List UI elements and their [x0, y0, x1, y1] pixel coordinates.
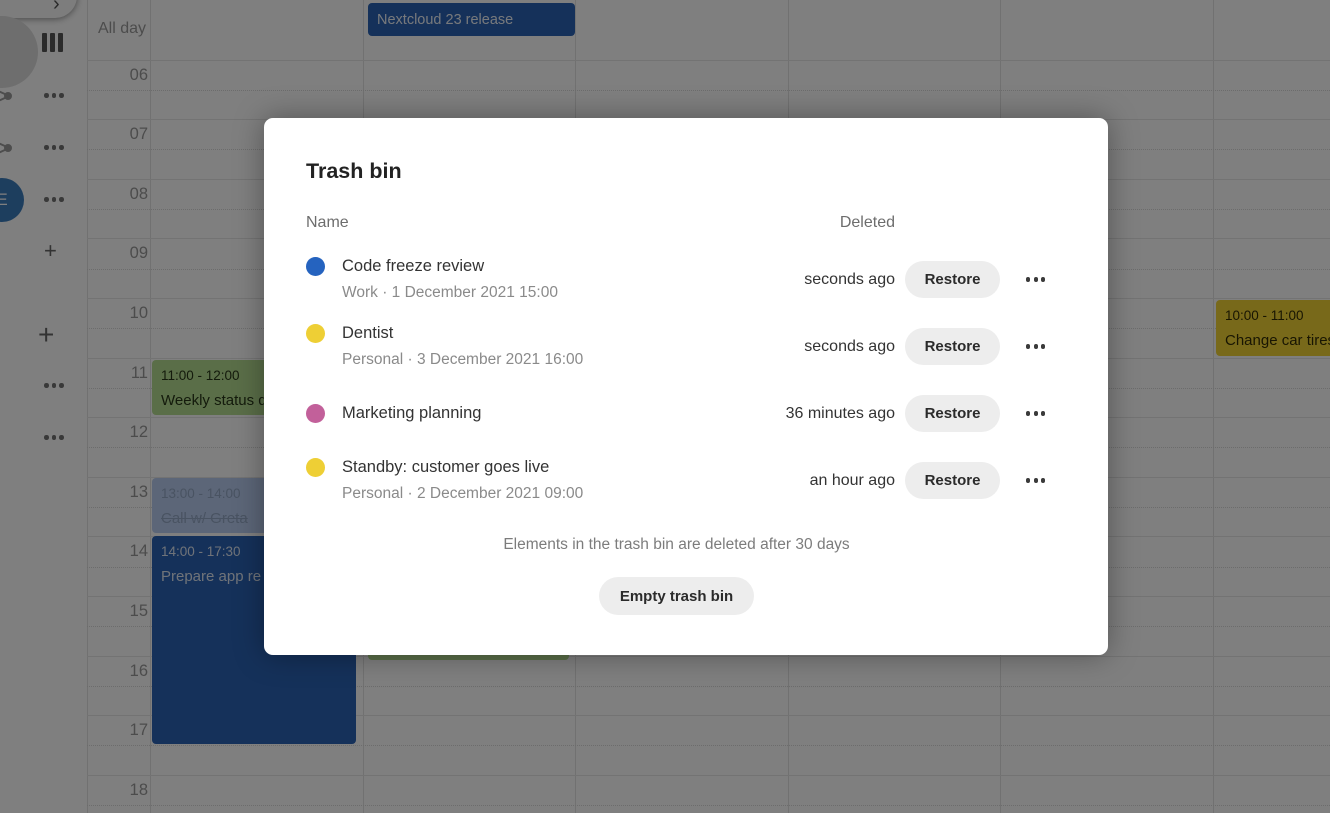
- calendar-color-dot: [306, 458, 325, 477]
- deleted-item-title: Code freeze review: [342, 257, 484, 276]
- deleted-item-subtitle: Personal · 3 December 2021 16:00: [342, 351, 745, 369]
- row-more-menu-icon[interactable]: [1026, 411, 1047, 415]
- empty-trash-bin-button[interactable]: Empty trash bin: [599, 577, 754, 615]
- deleted-time: seconds ago: [745, 271, 895, 289]
- restore-button[interactable]: Restore: [905, 261, 1000, 298]
- trash-rows: Code freeze review Work · 1 December 202…: [306, 246, 1047, 514]
- deleted-item-title: Standby: customer goes live: [342, 458, 549, 477]
- table-row: Standby: customer goes live Personal · 2…: [306, 447, 1047, 514]
- deleted-time: seconds ago: [745, 338, 895, 356]
- restore-button[interactable]: Restore: [905, 328, 1000, 365]
- calendar-color-dot: [306, 324, 325, 343]
- deleted-time: 36 minutes ago: [745, 405, 895, 423]
- deleted-item-title: Dentist: [342, 324, 393, 343]
- restore-button[interactable]: Restore: [905, 395, 1000, 432]
- table-header: Name Deleted: [306, 214, 1047, 230]
- trash-bin-modal: Trash bin Name Deleted Code freeze revie…: [264, 118, 1108, 655]
- deleted-item-subtitle: Work · 1 December 2021 15:00: [342, 284, 745, 302]
- row-more-menu-icon[interactable]: [1026, 478, 1047, 482]
- deleted-time: an hour ago: [745, 472, 895, 490]
- row-more-menu-icon[interactable]: [1026, 344, 1047, 348]
- calendar-color-dot: [306, 257, 325, 276]
- table-row: Dentist Personal · 3 December 2021 16:00…: [306, 313, 1047, 380]
- deleted-item-subtitle: Personal · 2 December 2021 09:00: [342, 485, 745, 503]
- restore-button[interactable]: Restore: [905, 462, 1000, 499]
- column-header-name: Name: [306, 214, 349, 230]
- retention-note: Elements in the trash bin are deleted af…: [306, 536, 1047, 554]
- deleted-item-title: Marketing planning: [342, 404, 481, 423]
- table-row: Code freeze review Work · 1 December 202…: [306, 246, 1047, 313]
- calendar-color-dot: [306, 404, 325, 423]
- column-header-deleted: Deleted: [840, 214, 895, 230]
- app-window: All day 06070809101112131415161718 Nextc…: [0, 0, 1330, 813]
- row-more-menu-icon[interactable]: [1026, 277, 1047, 281]
- modal-title: Trash bin: [306, 160, 1047, 182]
- table-row: Marketing planning 36 minutes ago Restor…: [306, 380, 1047, 447]
